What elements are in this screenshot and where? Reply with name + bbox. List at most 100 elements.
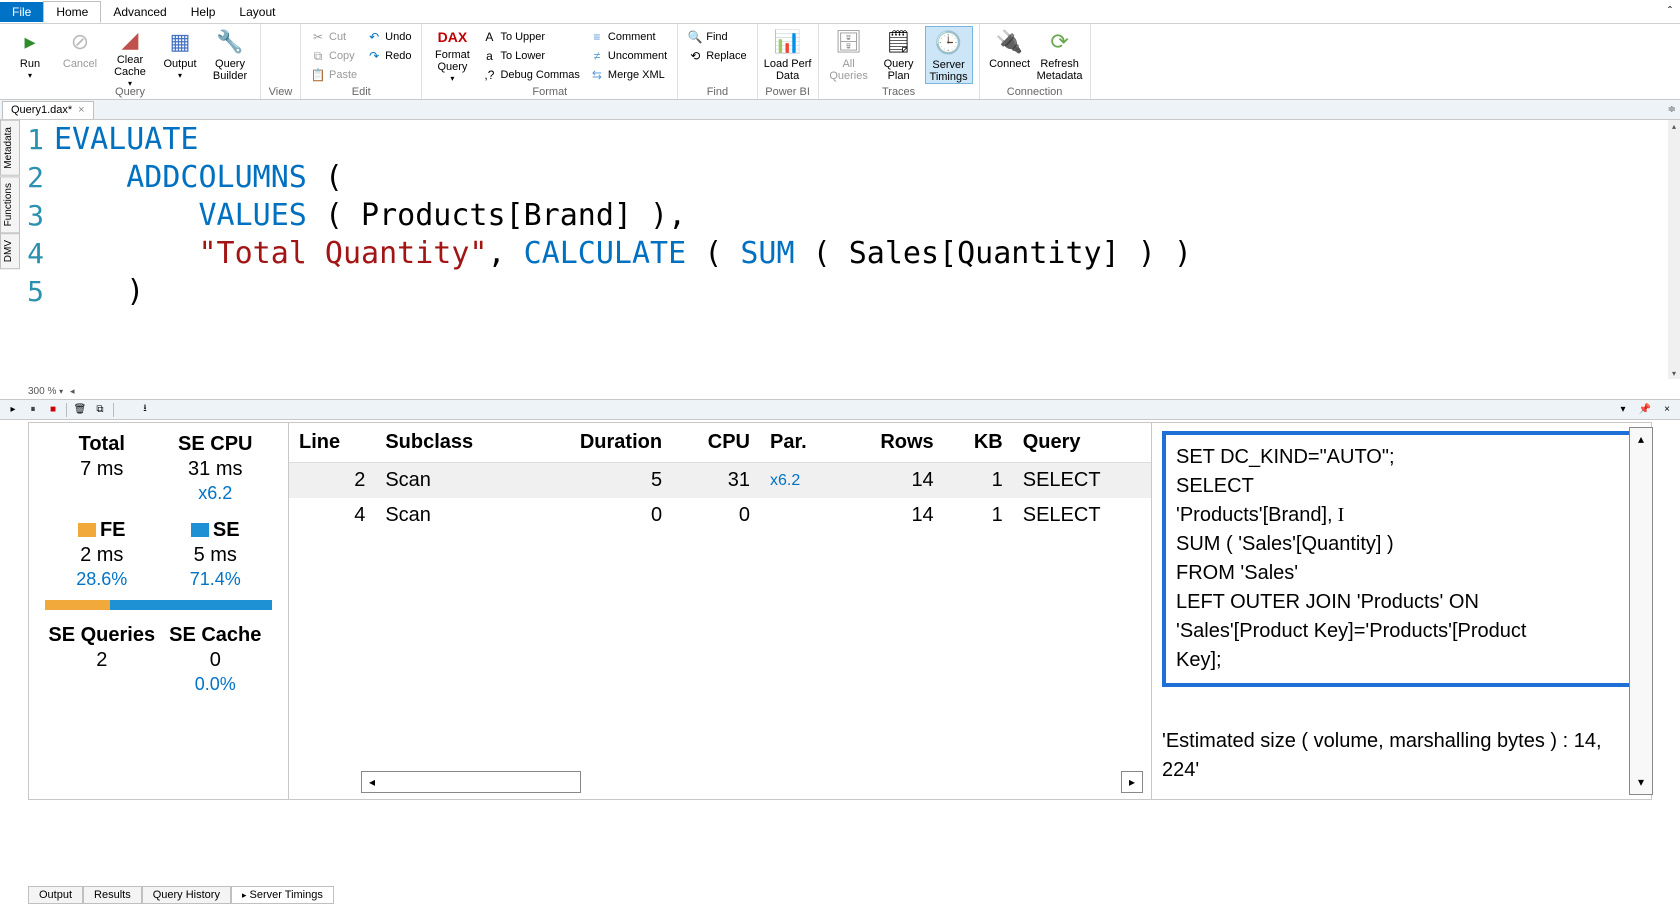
col-query[interactable]: Query (1013, 423, 1151, 463)
col-subclass[interactable]: Subclass (375, 423, 527, 463)
code-editor[interactable]: 1EVALUATE2 ADDCOLUMNS (3 VALUES ( Produc… (24, 120, 1666, 379)
side-tab-dmv[interactable]: DMV (0, 233, 20, 269)
pin-icon[interactable]: 📌 (1638, 403, 1652, 417)
debug-commas-button[interactable]: ,?Debug Commas (478, 66, 583, 84)
table-row[interactable]: 4Scan00141SELECT (289, 498, 1151, 533)
query-plan-button[interactable]: 🗒Query Plan (875, 26, 923, 84)
xmSQL-query-text[interactable]: SET DC_KIND="AUTO";SELECT'Products'[Bran… (1162, 431, 1641, 687)
scroll-down-icon[interactable]: ▾ (1638, 771, 1644, 794)
ribbon-group-label: Find (684, 86, 750, 99)
ribbon-tab-help[interactable]: Help (179, 2, 228, 22)
bottom-tab-results[interactable]: Results (83, 886, 142, 904)
side-tab-metadata[interactable]: Metadata (0, 120, 20, 176)
code-text[interactable]: EVALUATE (54, 122, 199, 157)
scroll-right-icon[interactable]: ▸ (1121, 771, 1143, 793)
stat-pct-secache: 0.0% (159, 674, 273, 695)
to-upper-button[interactable]: ATo Upper (478, 28, 583, 46)
export-icon[interactable]: ⭳ (138, 403, 152, 417)
stop-icon[interactable]: ■ (46, 403, 60, 417)
panel-menu-icon[interactable]: ▾ (1616, 403, 1630, 417)
sql-vertical-scrollbar[interactable]: ▴ ▾ (1629, 427, 1653, 795)
copy-icon: ⧉ (311, 49, 325, 63)
zoom-indicator[interactable]: 300 % ▾ ◂ (28, 386, 74, 397)
code-text[interactable]: VALUES ( Products[Brand] ), (54, 198, 686, 233)
output-button[interactable]: ▦Output▾ (156, 26, 204, 84)
bottom-tab-server-timings[interactable]: ▸Server Timings (231, 886, 334, 904)
comment-button[interactable]: ≡Comment (586, 28, 671, 46)
ribbon-group-label: Edit (307, 86, 415, 99)
query-builder-button[interactable]: 🔧Query Builder (206, 26, 254, 84)
replace-button[interactable]: ⟲Replace (684, 47, 750, 65)
editor-vertical-scrollbar[interactable]: ▴ ▾ (1668, 120, 1680, 379)
col-cpu[interactable]: CPU (672, 423, 760, 463)
uncomment-button[interactable]: ≠Uncomment (586, 47, 671, 65)
table-row[interactable]: 2Scan531x6.2141SELECT (289, 463, 1151, 499)
all-queries-button[interactable]: 🗄All Queries (825, 26, 873, 84)
connect-button[interactable]: 🔌Connect (986, 26, 1034, 84)
wrench-icon: 🔧 (216, 28, 244, 56)
cancel-button[interactable]: ⊘Cancel (56, 26, 104, 84)
bottom-tab-query-history[interactable]: Query History (142, 886, 231, 904)
col-rows[interactable]: Rows (840, 423, 944, 463)
pause-icon[interactable]: ⏸ (26, 403, 40, 417)
stat-label-sequeries: SE Queries (45, 624, 159, 647)
col-duration[interactable]: Duration (528, 423, 672, 463)
load-perf-data-button[interactable]: 📊Load Perf Data (764, 26, 812, 84)
ribbon-tab-home[interactable]: Home (43, 1, 101, 23)
close-panel-icon[interactable]: × (1660, 403, 1674, 417)
scroll-up-icon[interactable]: ▴ (1638, 428, 1644, 451)
chart-icon: 📊 (774, 28, 802, 56)
stat-label-se: SE (213, 519, 240, 541)
col-kb[interactable]: KB (944, 423, 1013, 463)
scissors-icon: ✂ (311, 30, 325, 44)
ribbon-collapse-icon[interactable]: ˆ (1668, 4, 1672, 18)
refresh-metadata-button[interactable]: ⟳Refresh Metadata (1036, 26, 1084, 84)
clear-cache-button[interactable]: ◢Clear Cache▾ (106, 26, 154, 84)
se-swatch-icon (191, 523, 209, 537)
ribbon-tab-layout[interactable]: Layout (227, 2, 287, 22)
record-start-icon[interactable]: ▸ (6, 403, 20, 417)
code-text[interactable]: ) (54, 274, 144, 309)
code-text[interactable]: "Total Quantity", CALCULATE ( SUM ( Sale… (54, 236, 1192, 271)
format-query-button[interactable]: DAXFormat Query▾ (428, 26, 476, 84)
database-icon: 🗄 (835, 28, 863, 56)
document-tab[interactable]: Query1.dax* × (2, 101, 94, 119)
fe-swatch-icon (78, 523, 96, 537)
run-button[interactable]: ▸Run▾ (6, 26, 54, 84)
ribbon-tab-strip: File Home Advanced Help Layout ˆ (0, 0, 1680, 24)
paste-button[interactable]: 📋Paste (307, 66, 361, 84)
scan-horizontal-scrollbar[interactable]: ◂ (361, 771, 581, 793)
scroll-left-icon[interactable]: ◂ (362, 775, 382, 789)
find-button[interactable]: 🔍Find (684, 28, 750, 46)
plan-icon: 🗒 (885, 28, 913, 56)
trash-icon[interactable]: 🗑 (73, 403, 87, 417)
timer-icon: 🕒 (935, 29, 963, 57)
tab-overflow-icon[interactable]: ≑ (1668, 104, 1676, 115)
side-tab-functions[interactable]: Functions (0, 176, 20, 233)
col-line[interactable]: Line (289, 423, 375, 463)
ribbon-group-view: View (261, 24, 301, 99)
scroll-up-icon[interactable]: ▴ (1668, 120, 1680, 132)
cut-button[interactable]: ✂Cut (307, 28, 361, 46)
bottom-tab-output[interactable]: Output (28, 886, 83, 904)
line-number: 5 (24, 275, 54, 308)
close-icon[interactable]: × (78, 104, 84, 116)
redo-button[interactable]: ↷Redo (363, 47, 415, 65)
col-par[interactable]: Par. (760, 423, 840, 463)
copy-trace-icon[interactable]: ⧉ (93, 403, 107, 417)
stat-label-total: Total (45, 433, 159, 456)
scroll-down-icon[interactable]: ▾ (1668, 367, 1680, 379)
merge-xml-button[interactable]: ⇆Merge XML (586, 66, 671, 84)
ribbon-group-label: Connection (986, 86, 1084, 99)
ribbon-tab-advanced[interactable]: Advanced (101, 2, 178, 22)
server-timings-button[interactable]: 🕒Server Timings (925, 26, 973, 84)
stat-val-secache: 0 (159, 649, 273, 672)
to-lower-button[interactable]: aTo Lower (478, 47, 583, 65)
server-timings-panel: Total SE CPU 7 ms 31 ms x6.2 FE SE 2 ms … (28, 422, 1652, 800)
toolbar-separator (66, 403, 67, 417)
code-text[interactable]: ADDCOLUMNS ( (54, 160, 343, 195)
copy-button[interactable]: ⧉Copy (307, 47, 361, 65)
ribbon-tab-file[interactable]: File (0, 2, 43, 22)
scroll-left-icon[interactable]: ◂ (70, 386, 75, 396)
undo-button[interactable]: ↶Undo (363, 28, 415, 46)
